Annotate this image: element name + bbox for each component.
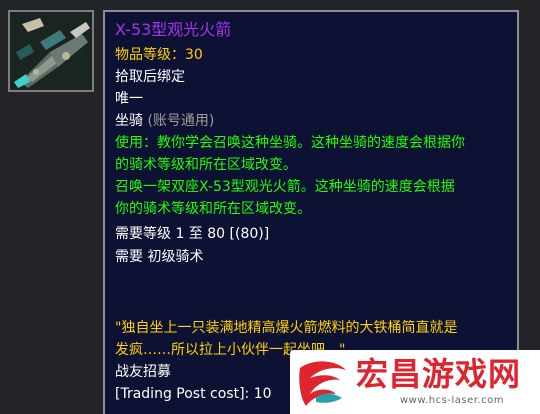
site-logo-icon xyxy=(299,361,346,406)
rocket-mount-icon[interactable] xyxy=(8,10,94,92)
item-type: 坐骑 (账号通用) xyxy=(115,111,214,131)
item-name: X-53型观光火箭 xyxy=(115,20,232,39)
item-type-note: (账号通用) xyxy=(147,113,215,129)
item-type-label: 坐骑 xyxy=(115,113,143,129)
unique-text: 唯一 xyxy=(115,91,143,107)
use-line-2: 的骑术等级和所在区域改变。 xyxy=(115,157,297,173)
item-level-value: 30 xyxy=(185,47,203,63)
required-level: 需要等级 1 至 80 [(80)] xyxy=(115,226,270,242)
use-line-4: 你的骑术等级和所在区域改变。 xyxy=(115,201,311,217)
item-level: 物品等级：30 xyxy=(115,45,203,65)
site-watermark: 宏昌游戏网 www.hcs-laser.com xyxy=(290,350,540,414)
required-skill: 需要 初级骑术 xyxy=(115,249,204,265)
watermark-title: 宏昌游戏网 xyxy=(356,355,522,393)
item-level-label: 物品等级： xyxy=(115,47,185,63)
trading-post-cost: [Trading Post cost]: 10 xyxy=(115,386,272,402)
tooltip-frame: X-53型观光火箭 物品等级：30 拾取后绑定 唯一 坐骑 (账号通用) 使用：… xyxy=(0,0,540,414)
item-source: 战友招募 xyxy=(115,364,171,380)
flavor-line-1: "独自坐上一只装满地精高爆火箭燃料的大铁桶简直就是 xyxy=(115,320,458,336)
use-line-3: 召唤一架双座X-53型观光火箭。这种坐骑的速度会根据 xyxy=(115,179,455,195)
use-line-1: 使用：教你学会召唤这种坐骑。这种坐骑的速度会根据你 xyxy=(115,135,465,151)
watermark-url: www.hcs-laser.com xyxy=(400,395,504,406)
bind-text: 拾取后绑定 xyxy=(115,69,185,85)
